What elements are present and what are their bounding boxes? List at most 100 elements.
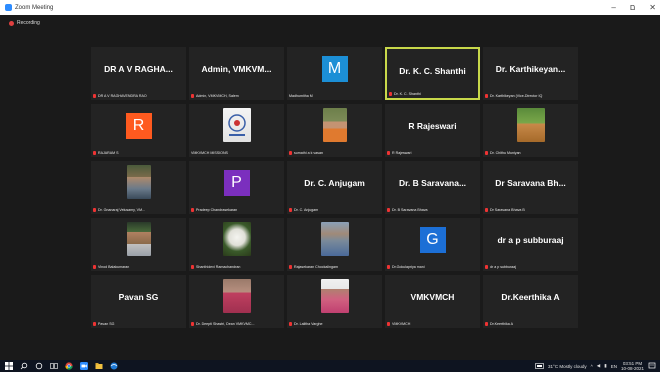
participant-tile[interactable]: sumathi a k vasan: [287, 104, 382, 157]
participant-label: sumathi a k vasan: [289, 151, 380, 155]
window-controls: – ם ✕: [611, 0, 656, 15]
participant-tile[interactable]: P Pradeep Chandrasekaran: [189, 161, 284, 214]
participant-display-name: Dr. B Saravana...: [398, 178, 467, 188]
close-button[interactable]: ✕: [649, 3, 656, 12]
participant-avatar: G: [419, 227, 446, 253]
participant-tile[interactable]: M Madhumitha M: [287, 47, 382, 100]
window-title-bar: Zoom Meeting – ם ✕: [0, 0, 660, 15]
participant-tile[interactable]: dr a p subburaaj dr a p subburaaj: [483, 218, 578, 271]
participant-display-name: Dr. Karthikeyan...: [495, 64, 566, 74]
participant-video-frame: [126, 222, 151, 256]
participant-label: DR A V RAGHAVENDRA RAO: [93, 94, 184, 98]
muted-mic-icon: [191, 208, 194, 212]
participant-label-text: Dr. Karthikeyan (Vice-Director IQ: [490, 94, 543, 98]
participant-tile[interactable]: DR A V RAGHA... DR A V RAGHAVENDRA RAO: [91, 47, 186, 100]
participant-tile[interactable]: Dr. C. Anjugam Dr. C. Anjugam: [287, 161, 382, 214]
participant-display-name: Dr Saravana Bh...: [495, 178, 566, 188]
participant-tile[interactable]: Admin, VMKVM... Admin, VMKVMCH, Salem: [189, 47, 284, 100]
muted-mic-icon: [485, 208, 488, 212]
weather-icon[interactable]: [535, 362, 544, 370]
participant-label-text: Dr. Lalitha Varghe: [294, 322, 323, 326]
participant-tile[interactable]: Dr. Chithu Muniyan: [483, 104, 578, 157]
participant-video-frame: [222, 222, 251, 256]
browser-icon[interactable]: [110, 362, 118, 370]
participant-label-text: sumathi a k vasan: [294, 151, 323, 155]
participant-tile[interactable]: Dr. Gnanaraj Velusamy, VM...: [91, 161, 186, 214]
file-explorer-icon[interactable]: [95, 362, 103, 370]
participant-tile[interactable]: Shanthidevi Ramachandran: [189, 218, 284, 271]
muted-mic-icon: [289, 151, 292, 155]
network-icon[interactable]: ▮: [604, 363, 606, 369]
clock[interactable]: 03:51 PM 10-08-2021: [621, 361, 644, 371]
muted-mic-icon: [387, 151, 390, 155]
participant-tile-active-speaker[interactable]: Dr. K. C. Shanthi Dr. K. C. Shanthi: [385, 47, 480, 100]
chevron-up-icon[interactable]: ^: [591, 364, 593, 369]
volume-icon[interactable]: ◀: [597, 363, 600, 369]
participant-tile[interactable]: Pavan SG Pavan SG: [91, 275, 186, 328]
taskbar-left: [5, 362, 118, 370]
participant-label-text: Dr Saravana Bhava B: [490, 208, 525, 212]
participant-label-text: Pavan SG: [98, 322, 115, 326]
minimize-button[interactable]: –: [611, 3, 615, 12]
weather-text[interactable]: 31°C Mostly cloudy: [548, 364, 587, 369]
search-icon[interactable]: [20, 362, 28, 370]
cortana-icon[interactable]: [35, 362, 43, 370]
participant-display-name: Dr. C. Anjugam: [304, 178, 365, 188]
muted-mic-icon: [93, 151, 96, 155]
participant-video-frame: [222, 279, 251, 313]
participant-tile[interactable]: Dr. Lalitha Varghe: [287, 275, 382, 328]
muted-mic-icon: [93, 208, 96, 212]
participant-label: VMKVMCH: [387, 322, 478, 326]
participant-tile[interactable]: Vinod Balakumaran: [91, 218, 186, 271]
notification-icon[interactable]: [648, 362, 656, 370]
participant-tile[interactable]: G Dr.Gokulapriya mani: [385, 218, 480, 271]
participant-label: Dr. C. Anjugam: [289, 208, 380, 212]
participant-tile[interactable]: Dr Saravana Bh... Dr Saravana Bhava B: [483, 161, 578, 214]
participant-label: Dr. Karthikeyan (Vice-Director IQ: [485, 94, 576, 98]
task-view-icon[interactable]: [50, 362, 58, 370]
participant-tile[interactable]: Dr.Keerthika A Dr.Keerthika A: [483, 275, 578, 328]
participant-tile[interactable]: Dr. Karthikeyan... Dr. Karthikeyan (Vice…: [483, 47, 578, 100]
muted-mic-icon: [191, 322, 194, 326]
participant-label-text: Pradeep Chandrasekaran: [196, 208, 238, 212]
muted-mic-icon: [387, 322, 390, 326]
participant-tile[interactable]: Dr. Deepti Shastri, Dean VMKVMC...: [189, 275, 284, 328]
participant-display-name: Dr.Keerthika A: [501, 292, 560, 302]
muted-mic-icon: [93, 265, 96, 269]
maximize-button[interactable]: ם: [630, 3, 635, 12]
participant-label: Dr.Gokulapriya mani: [387, 265, 478, 269]
zoom-taskbar-icon[interactable]: [80, 362, 88, 370]
participant-tile[interactable]: Rajasekaran Chockalingam: [287, 218, 382, 271]
participant-label: Madhumitha M: [289, 94, 380, 98]
participant-display-name: Pavan SG: [118, 292, 159, 302]
participant-tile[interactable]: VMKVMCH VMKVMCH: [385, 275, 480, 328]
muted-mic-icon: [387, 265, 390, 269]
participant-label-text: dr a p subburaaj: [490, 265, 516, 269]
participant-label-text: Dr. Chithu Muniyan: [490, 151, 521, 155]
participant-label: dr a p subburaaj: [485, 265, 576, 269]
participant-display-name: R Rajeswari: [408, 121, 457, 131]
participant-label: Dr.Keerthika A: [485, 322, 576, 326]
participant-label-text: R Rajeswari: [392, 151, 412, 155]
participant-tile[interactable]: Dr. B Saravana... Dr. B Saravana Bhava: [385, 161, 480, 214]
recording-indicator[interactable]: Recording: [9, 20, 40, 26]
participant-tile[interactable]: R Rajeswari R Rajeswari: [385, 104, 480, 157]
muted-mic-icon: [191, 94, 194, 98]
participant-label-text: Dr. K. C. Shanthi: [394, 92, 421, 96]
participant-label-text: Dr. Deepti Shastri, Dean VMKVMC...: [196, 322, 255, 326]
windows-start-icon[interactable]: [5, 362, 13, 370]
participant-label-text: Shanthidevi Ramachandran: [196, 265, 241, 269]
meeting-top-bar: Recording: [0, 15, 660, 43]
participant-label: Dr. Chithu Muniyan: [485, 151, 576, 155]
language-indicator[interactable]: EN: [611, 364, 617, 369]
participant-logo-image: [222, 108, 251, 142]
participant-tile[interactable]: R RAJARAM S: [91, 104, 186, 157]
participant-label-text: Dr. Gnanaraj Velusamy, VM...: [98, 208, 146, 212]
participant-avatar: P: [223, 170, 250, 196]
participant-label: Dr. Lalitha Varghe: [289, 322, 380, 326]
participant-tile[interactable]: VMKVMCH MISSIONS: [189, 104, 284, 157]
chrome-icon[interactable]: [65, 362, 73, 370]
participant-label-text: VMKVMCH MISSIONS: [191, 151, 228, 155]
participant-video-frame: [126, 165, 151, 199]
participant-label: Vinod Balakumaran: [93, 265, 184, 269]
